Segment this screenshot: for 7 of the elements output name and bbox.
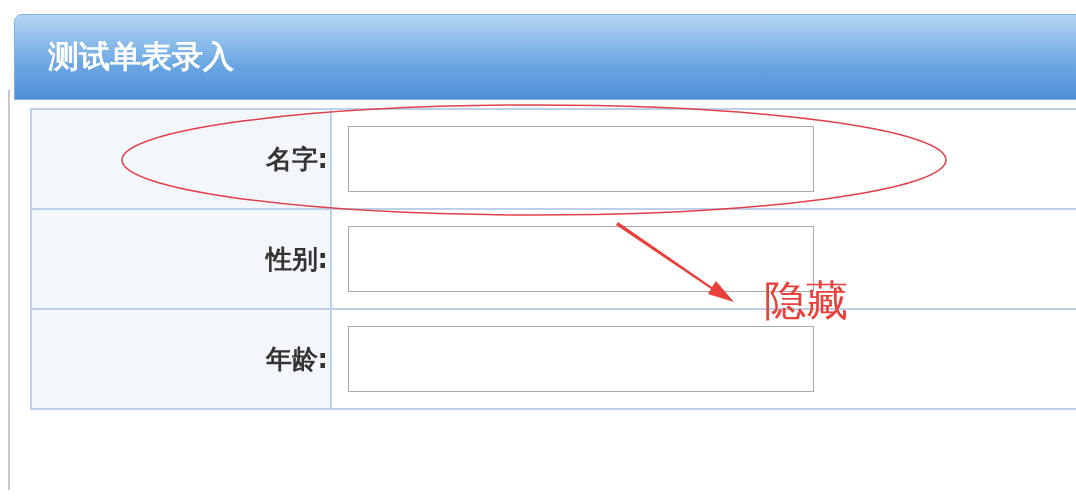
annotation-text: 隐藏 [764, 276, 848, 327]
input-field[interactable] [348, 326, 814, 392]
field-label: 性别: [265, 243, 328, 274]
input-field[interactable] [348, 126, 814, 192]
field-label: 名字: [265, 143, 328, 174]
field-label: 年龄: [265, 343, 328, 374]
panel-title: 测试单表录入 [48, 37, 234, 76]
